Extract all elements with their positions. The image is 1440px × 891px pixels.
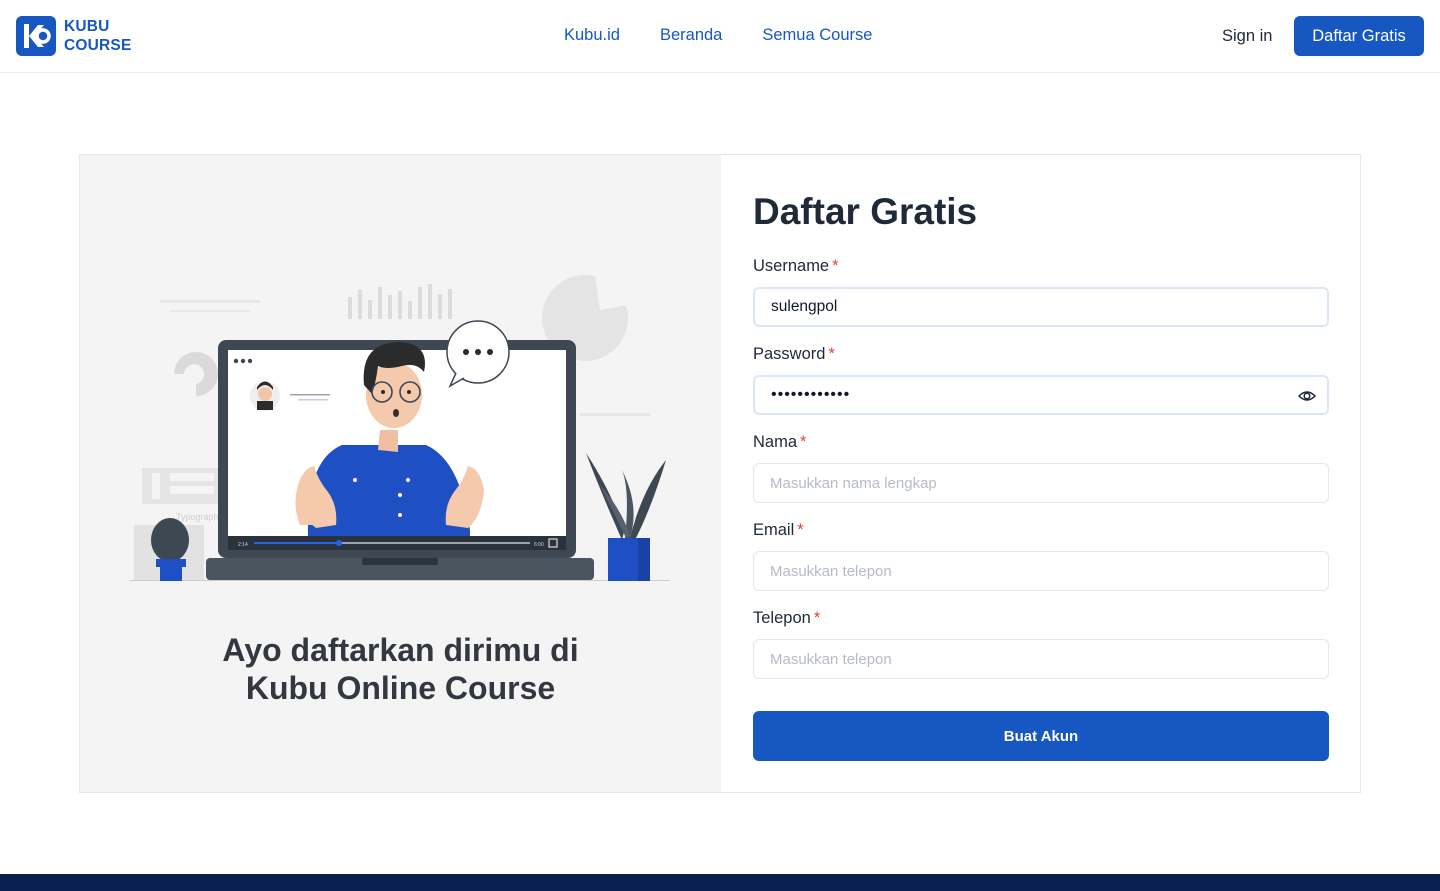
password-value: ••••••••••••	[771, 386, 851, 403]
nav-beranda[interactable]: Beranda	[660, 26, 722, 45]
username-input[interactable]: sulengpol	[753, 287, 1329, 327]
required-mark: *	[832, 257, 839, 275]
password-input[interactable]: ••••••••••••	[753, 375, 1329, 415]
username-field-group: Username * sulengpol	[753, 255, 1329, 327]
email-label-text: Email	[753, 521, 795, 539]
register-form: Daftar Gratis Username * sulengpol Passwo…	[721, 155, 1360, 792]
buat-akun-button[interactable]: Buat Akun	[753, 711, 1329, 761]
register-card: Typography 2:14 6:00 Ayo daftarkan dirim…	[79, 154, 1361, 793]
username-label: Username *	[753, 255, 1329, 277]
hero-tagline-line-1: Ayo daftarkan dirimu di	[222, 632, 579, 668]
brand-line-2: COURSE	[64, 37, 132, 54]
required-mark: *	[797, 521, 804, 539]
required-mark: *	[813, 609, 821, 627]
form-title: Daftar Gratis	[753, 191, 978, 232]
main-nav: Kubu.id Beranda Semua Course	[564, 26, 872, 45]
brand-wordmark: KUBU COURSE	[64, 17, 132, 55]
sign-in-link[interactable]: Sign in	[1222, 27, 1272, 46]
password-label: Password *	[753, 343, 1329, 365]
brand-line-1: KUBU	[64, 18, 110, 35]
required-mark: *	[828, 345, 835, 363]
nama-label-text: Nama	[753, 433, 798, 451]
hero-panel: Typography 2:14 6:00 Ayo daftarkan dirim…	[80, 155, 721, 792]
email-placeholder: Masukkan telepon	[770, 562, 892, 580]
nav-kubu-id[interactable]: Kubu.id	[564, 26, 620, 45]
required-mark: *	[800, 433, 807, 451]
nama-label: Nama *	[753, 431, 1329, 453]
nav-semua-course[interactable]: Semua Course	[762, 26, 872, 45]
username-value: sulengpol	[771, 298, 838, 315]
site-footer	[0, 874, 1440, 891]
password-field-group: Password * ••••••••••••	[753, 343, 1329, 415]
video-time-current: 2:14	[238, 542, 248, 548]
email-input[interactable]: Masukkan telepon	[753, 551, 1329, 591]
telepon-placeholder: Masukkan telepon	[770, 650, 892, 668]
password-label-text: Password	[753, 345, 826, 363]
kubu-logo-icon	[16, 16, 56, 56]
email-label: Email *	[753, 519, 1329, 541]
telepon-label: Telepon *	[753, 607, 1329, 629]
nama-placeholder: Masukkan nama lengkap	[770, 474, 937, 492]
nama-input[interactable]: Masukkan nama lengkap	[753, 463, 1329, 503]
site-header: KUBU COURSE Kubu.id Beranda Semua Course…	[0, 0, 1440, 73]
eye-icon[interactable]	[1297, 386, 1317, 406]
telepon-field-group: Telepon * Masukkan telepon	[753, 607, 1329, 679]
hero-tagline: Ayo daftarkan dirimu di Kubu Online Cour…	[80, 631, 721, 707]
username-label-text: Username	[753, 257, 830, 275]
video-time-total: 6:00	[534, 542, 544, 548]
telepon-input[interactable]: Masukkan telepon	[753, 639, 1329, 679]
hero-tagline-line-2: Kubu Online Course	[245, 670, 556, 706]
typography-sign-text: Typography	[176, 512, 224, 522]
daftar-gratis-button[interactable]: Daftar Gratis	[1294, 16, 1424, 56]
brand-logo[interactable]: KUBU COURSE	[16, 16, 132, 56]
telepon-label-text: Telepon	[753, 609, 811, 627]
email-field-group: Email * Masukkan telepon	[753, 519, 1329, 591]
nama-field-group: Nama * Masukkan nama lengkap	[753, 431, 1329, 503]
online-course-illustration: Typography 2:14 6:00	[130, 275, 670, 581]
